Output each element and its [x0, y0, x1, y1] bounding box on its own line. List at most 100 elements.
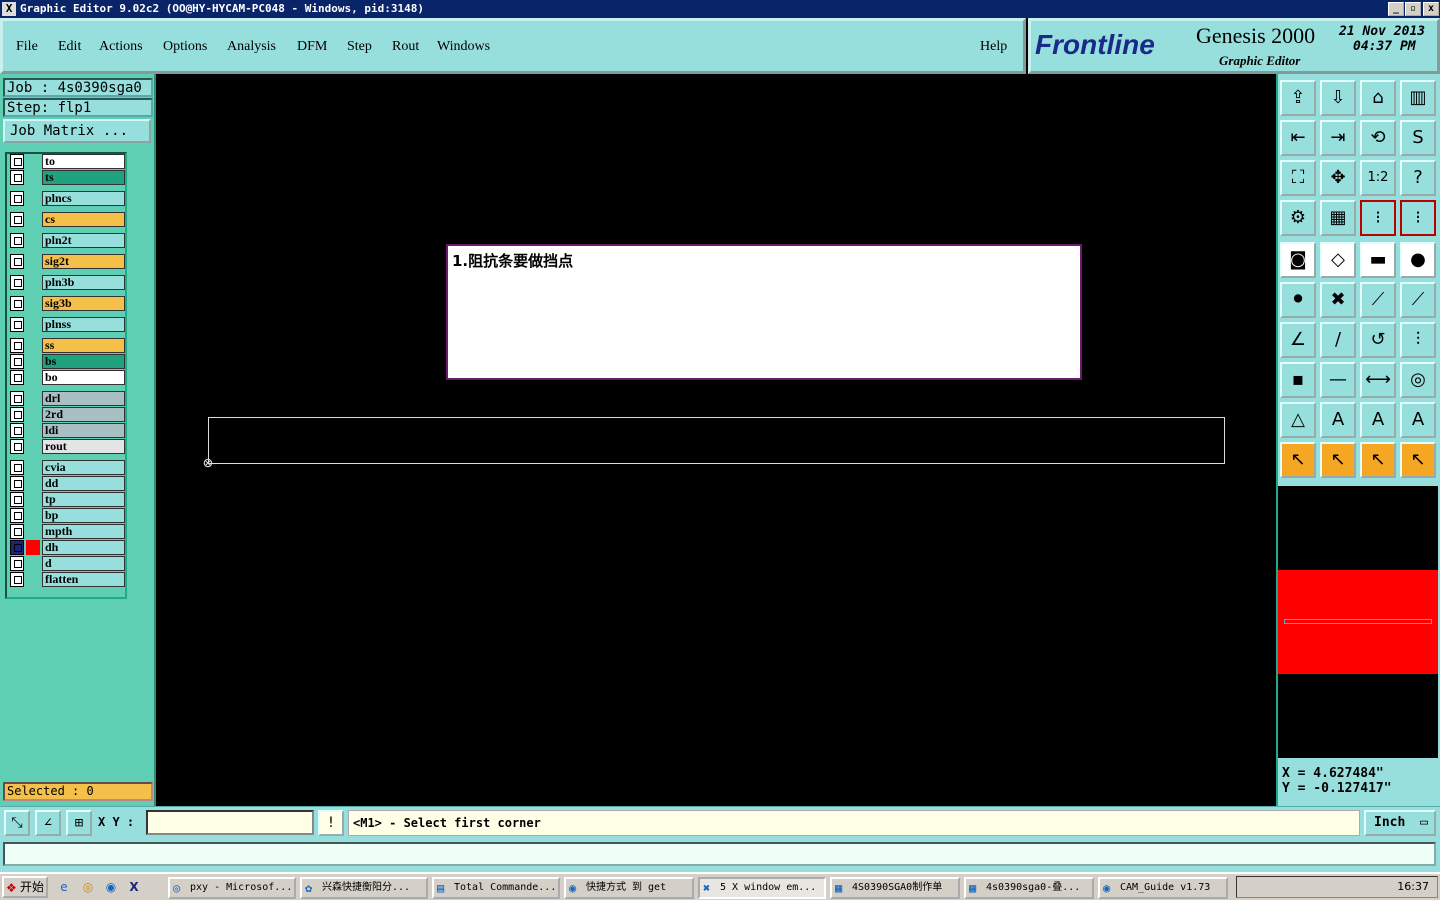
pan-left-icon[interactable]: ⇤ — [1280, 120, 1316, 156]
split-view-icon[interactable]: ▥ — [1400, 80, 1436, 116]
layer-label[interactable]: ss — [42, 338, 125, 353]
start-button[interactable]: ❖ 开始 — [2, 876, 48, 898]
layer-row-plnss[interactable]: plnss — [9, 317, 125, 332]
layer-checkbox[interactable] — [10, 556, 24, 571]
layer-row-tp[interactable]: tp — [9, 492, 125, 507]
layer-checkbox[interactable] — [10, 423, 24, 438]
layer-row-dh[interactable]: dh — [9, 540, 125, 555]
layer-label[interactable]: sig3b — [42, 296, 125, 311]
menu-actions[interactable]: Actions — [99, 39, 143, 55]
layer-checkbox[interactable] — [10, 317, 24, 332]
cross-icon[interactable]: ✖ — [1320, 282, 1356, 318]
layer-checkbox[interactable] — [10, 275, 24, 290]
layer-checkbox[interactable] — [10, 524, 24, 539]
layer-row-bo[interactable]: bo — [9, 370, 125, 385]
grid-icon[interactable]: ▦ — [1320, 200, 1356, 236]
layer-label[interactable]: ldi — [42, 423, 125, 438]
layer-checkbox[interactable] — [10, 170, 24, 185]
snap-icon[interactable]: ⤡ — [4, 810, 30, 836]
layer-row-ldi[interactable]: ldi — [9, 423, 125, 438]
dash-icon[interactable]: — — [1320, 362, 1356, 398]
layer-checkbox[interactable] — [10, 407, 24, 422]
triangle-icon[interactable]: △ — [1280, 402, 1316, 438]
graphic-canvas[interactable]: 1.阻抗条要做挡点 ⊗ — [156, 74, 1276, 806]
layer-row-drl[interactable]: drl — [9, 391, 125, 406]
layer-row-flatten[interactable]: flatten — [9, 572, 125, 587]
layer-checkbox[interactable] — [10, 338, 24, 353]
layer-row-to[interactable]: to — [9, 154, 125, 169]
layer-row-pln2t[interactable]: pln2t — [9, 233, 125, 248]
taskbar-item[interactable]: ✖ 5 X window em... — [698, 877, 826, 899]
layer-label[interactable]: bo — [42, 370, 125, 385]
undo-view-icon[interactable]: ⟲ — [1360, 120, 1396, 156]
layer-row-bp[interactable]: bp — [9, 508, 125, 523]
quicklaunch-icon[interactable]: ◎ — [80, 879, 96, 895]
menu-edit[interactable]: Edit — [58, 39, 81, 55]
layer-label[interactable]: d — [42, 556, 125, 571]
text-icon[interactable]: ⫶ — [1400, 322, 1436, 358]
layer-row-mpth[interactable]: mpth — [9, 524, 125, 539]
layer-row-dd[interactable]: dd — [9, 476, 125, 491]
menu-rout[interactable]: Rout — [392, 39, 419, 55]
center-icon[interactable]: ✥ — [1320, 160, 1356, 196]
layer-label[interactable]: tp — [42, 492, 125, 507]
minimize-button[interactable]: _ — [1388, 2, 1404, 16]
layer-label[interactable]: flatten — [42, 572, 125, 587]
layer-checkbox[interactable] — [10, 572, 24, 587]
angle-icon[interactable]: ∠ — [35, 810, 61, 836]
layer-checkbox[interactable] — [10, 354, 24, 369]
menu-file[interactable]: File — [16, 39, 38, 55]
layer-label[interactable]: bs — [42, 354, 125, 369]
layer-row-cs[interactable]: cs — [9, 212, 125, 227]
text-a-icon[interactable]: A — [1320, 402, 1356, 438]
layer-row-d[interactable]: d — [9, 556, 125, 571]
pan-right-icon[interactable]: ⇥ — [1320, 120, 1356, 156]
grid-snap-icon[interactable]: ⊞ — [66, 810, 92, 836]
layer-row-plncs[interactable]: plncs — [9, 191, 125, 206]
ruler-icon[interactable]: ▬ — [1360, 242, 1396, 278]
taskbar-item[interactable]: ▦ 4s0390sga0-叠... — [964, 877, 1094, 899]
arc-icon[interactable]: ↺ — [1360, 322, 1396, 358]
pad-icon[interactable]: ● — [1400, 242, 1436, 278]
layer-checkbox[interactable] — [10, 254, 24, 269]
taskbar-item[interactable]: ◉ 快捷方式 到 get — [564, 877, 694, 899]
job-matrix-button[interactable]: Job Matrix ... — [3, 119, 151, 143]
layer-checkbox[interactable] — [10, 439, 24, 454]
text-c-icon[interactable]: A — [1400, 402, 1436, 438]
menu-analysis[interactable]: Analysis — [227, 39, 276, 55]
layer-checkbox[interactable] — [10, 508, 24, 523]
settings-icon[interactable]: ⚙ — [1280, 200, 1316, 236]
angle-icon[interactable]: ∠ — [1280, 322, 1316, 358]
layer-label[interactable]: dh — [42, 540, 125, 555]
layer-label[interactable]: plncs — [42, 191, 125, 206]
layer-row-sig2t[interactable]: sig2t — [9, 254, 125, 269]
help-icon[interactable]: ? — [1400, 160, 1436, 196]
measure-icon[interactable]: ⟷ — [1360, 362, 1396, 398]
preview-window[interactable] — [1278, 486, 1438, 758]
menu-windows[interactable]: Windows — [437, 39, 490, 55]
layer-label[interactable]: drl — [42, 391, 125, 406]
close-button[interactable]: x — [1423, 2, 1439, 16]
browser-icon[interactable]: ◉ — [103, 879, 119, 895]
menu-help[interactable]: Help — [980, 39, 1007, 55]
menu-step[interactable]: Step — [347, 39, 372, 55]
layer-row-rout[interactable]: rout — [9, 439, 125, 454]
select-box-icon[interactable]: ↖ — [1320, 442, 1356, 478]
layer-checkbox[interactable] — [10, 540, 24, 555]
layer-checkbox[interactable] — [10, 154, 24, 169]
layers-icon[interactable]: ⁝ — [1360, 200, 1396, 236]
circle-icon[interactable]: ◎ — [1400, 362, 1436, 398]
layer-checkbox[interactable] — [10, 233, 24, 248]
layer-row-pln3b[interactable]: pln3b — [9, 275, 125, 290]
layer-row-ts[interactable]: ts — [9, 170, 125, 185]
ie-icon[interactable]: e — [56, 879, 72, 895]
layer-label[interactable]: ts — [42, 170, 125, 185]
layer-row-cvia[interactable]: cvia — [9, 460, 125, 475]
layer-checkbox[interactable] — [10, 212, 24, 227]
layer-label[interactable]: to — [42, 154, 125, 169]
layer-label[interactable]: dd — [42, 476, 125, 491]
text-b-icon[interactable]: A — [1360, 402, 1396, 438]
alert-icon[interactable]: ! — [318, 810, 344, 836]
layer-checkbox[interactable] — [10, 460, 24, 475]
select-icon[interactable]: ↖ — [1280, 442, 1316, 478]
